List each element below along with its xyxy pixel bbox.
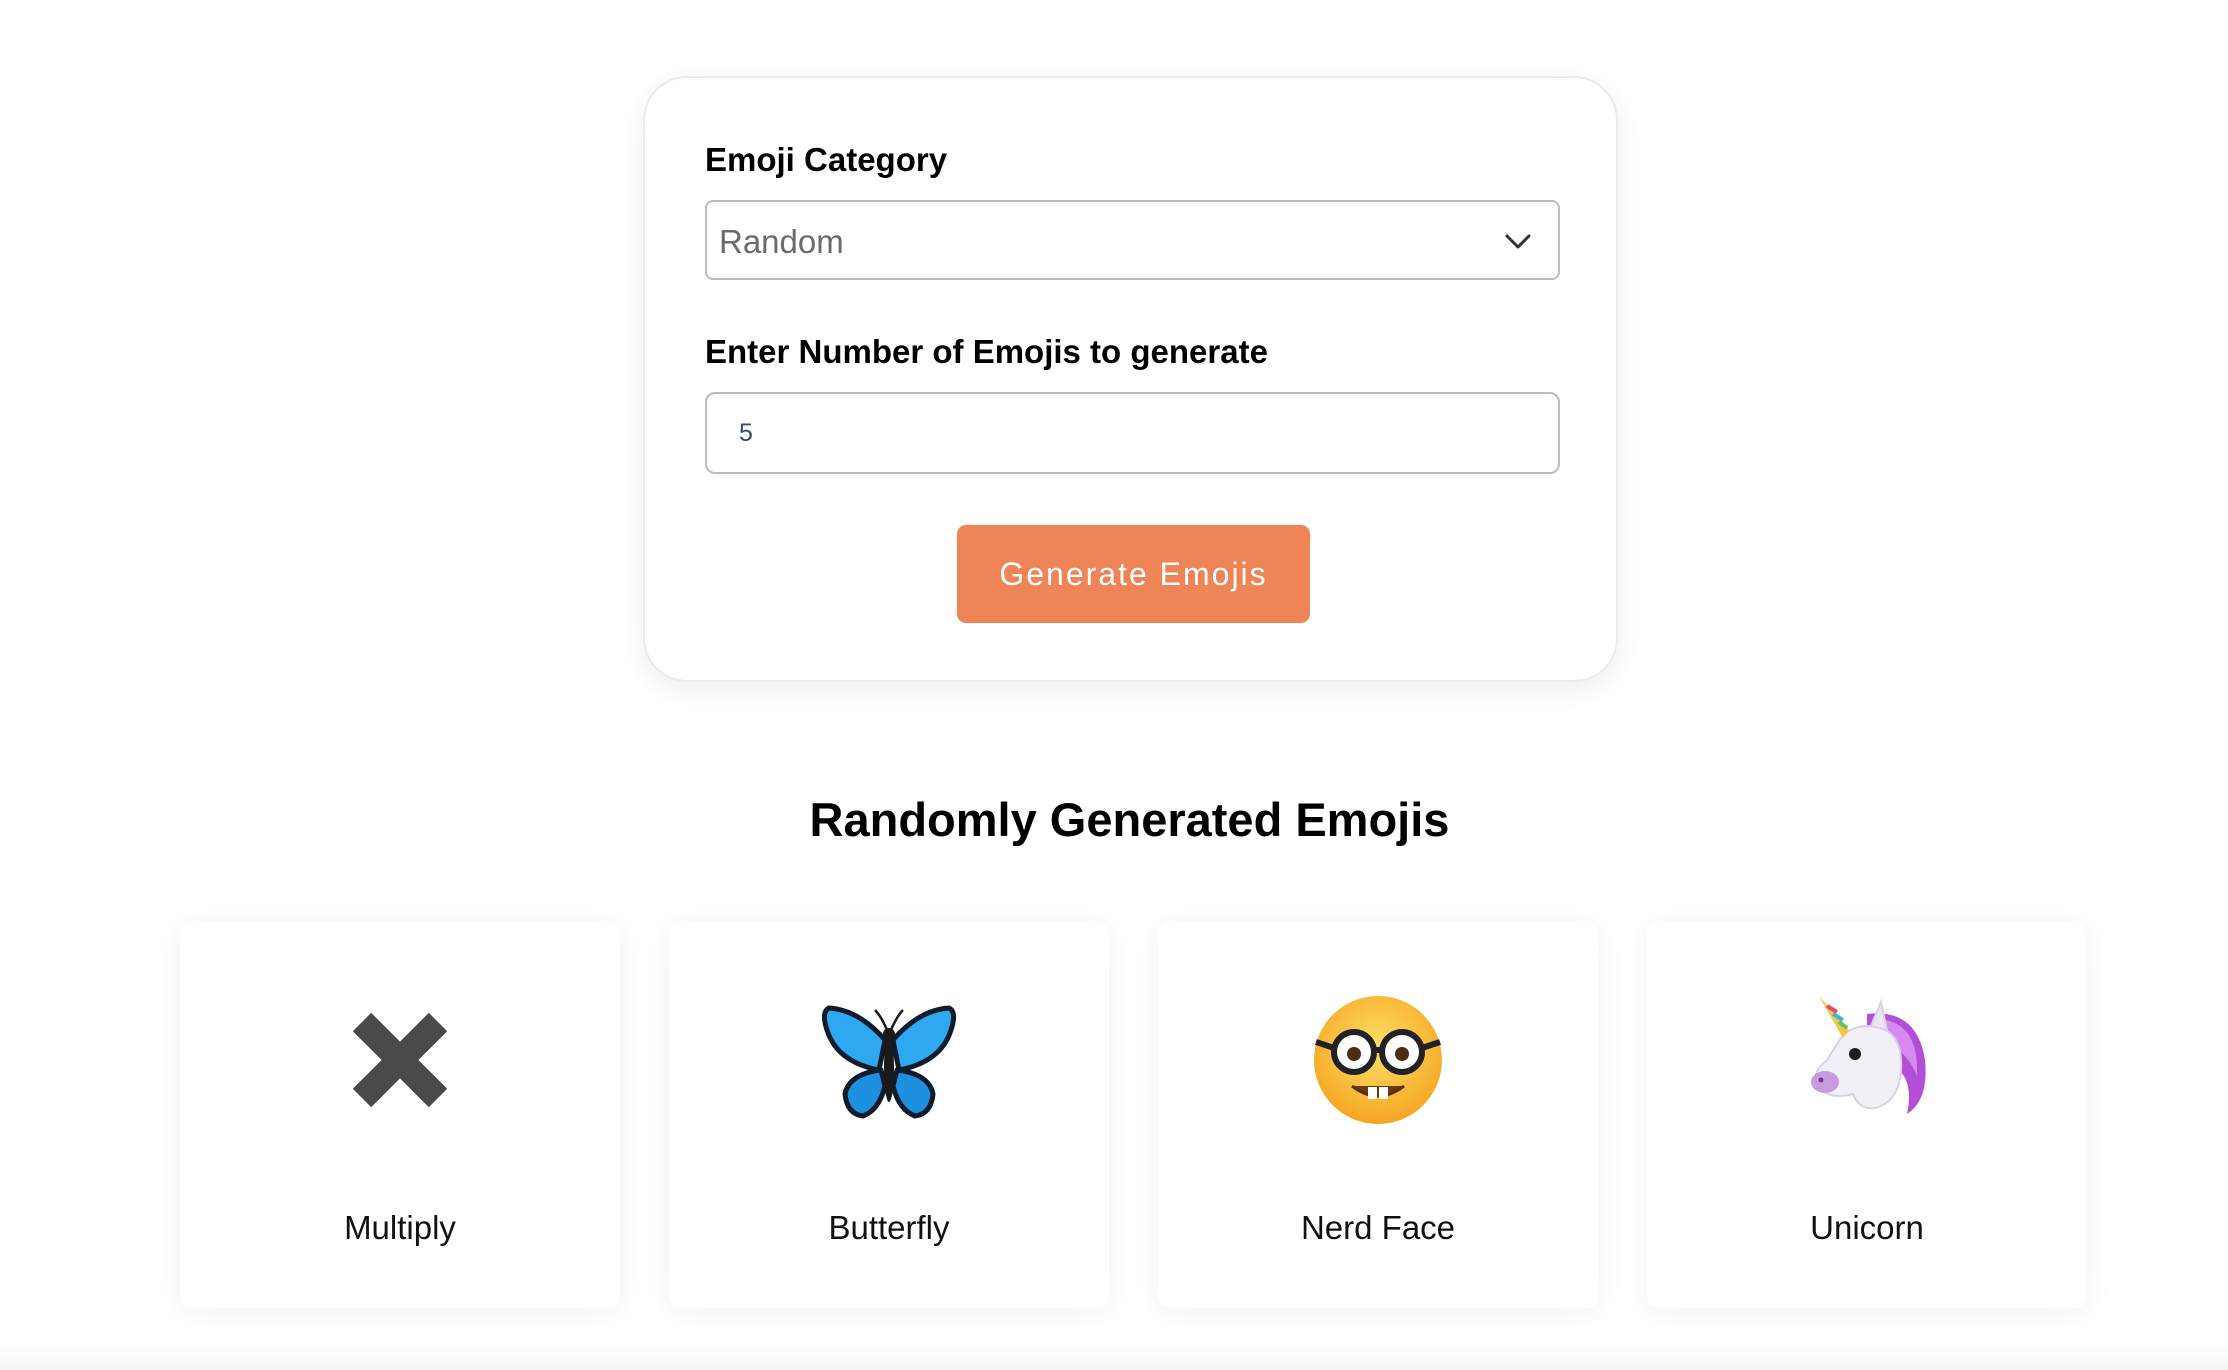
emoji-name: Multiply	[344, 1209, 456, 1246]
unicorn-icon	[1811, 996, 1926, 1114]
emoji-category-selected-value: Random	[719, 223, 844, 260]
butterfly-icon	[821, 1005, 957, 1119]
emoji-name: Unicorn	[1810, 1209, 1924, 1246]
generate-emojis-button[interactable]: Generate Emojis	[957, 525, 1310, 623]
multiply-x-icon	[352, 1012, 448, 1108]
emoji-count-input[interactable]	[705, 392, 1560, 474]
results-heading: Randomly Generated Emojis	[809, 793, 1450, 846]
chevron-down-icon	[1505, 234, 1531, 249]
emoji-name: Butterfly	[828, 1209, 950, 1246]
emoji-card: Unicorn	[1647, 922, 2087, 1308]
nerd-face-icon	[1314, 996, 1442, 1124]
generator-form-card: Emoji Category Random Enter Number of Em…	[643, 76, 1618, 682]
emoji-card: Nerd Face	[1158, 922, 1598, 1308]
emoji-category-select[interactable]: Random	[705, 200, 1560, 280]
emoji-name: Nerd Face	[1300, 1209, 1456, 1246]
emoji-count-label: Enter Number of Emojis to generate	[705, 333, 1268, 370]
emoji-card: Multiply	[180, 922, 620, 1308]
emoji-category-label: Emoji Category	[705, 141, 948, 178]
emoji-card: Butterfly	[669, 922, 1109, 1308]
bottom-shadow-divider	[0, 1340, 2228, 1370]
